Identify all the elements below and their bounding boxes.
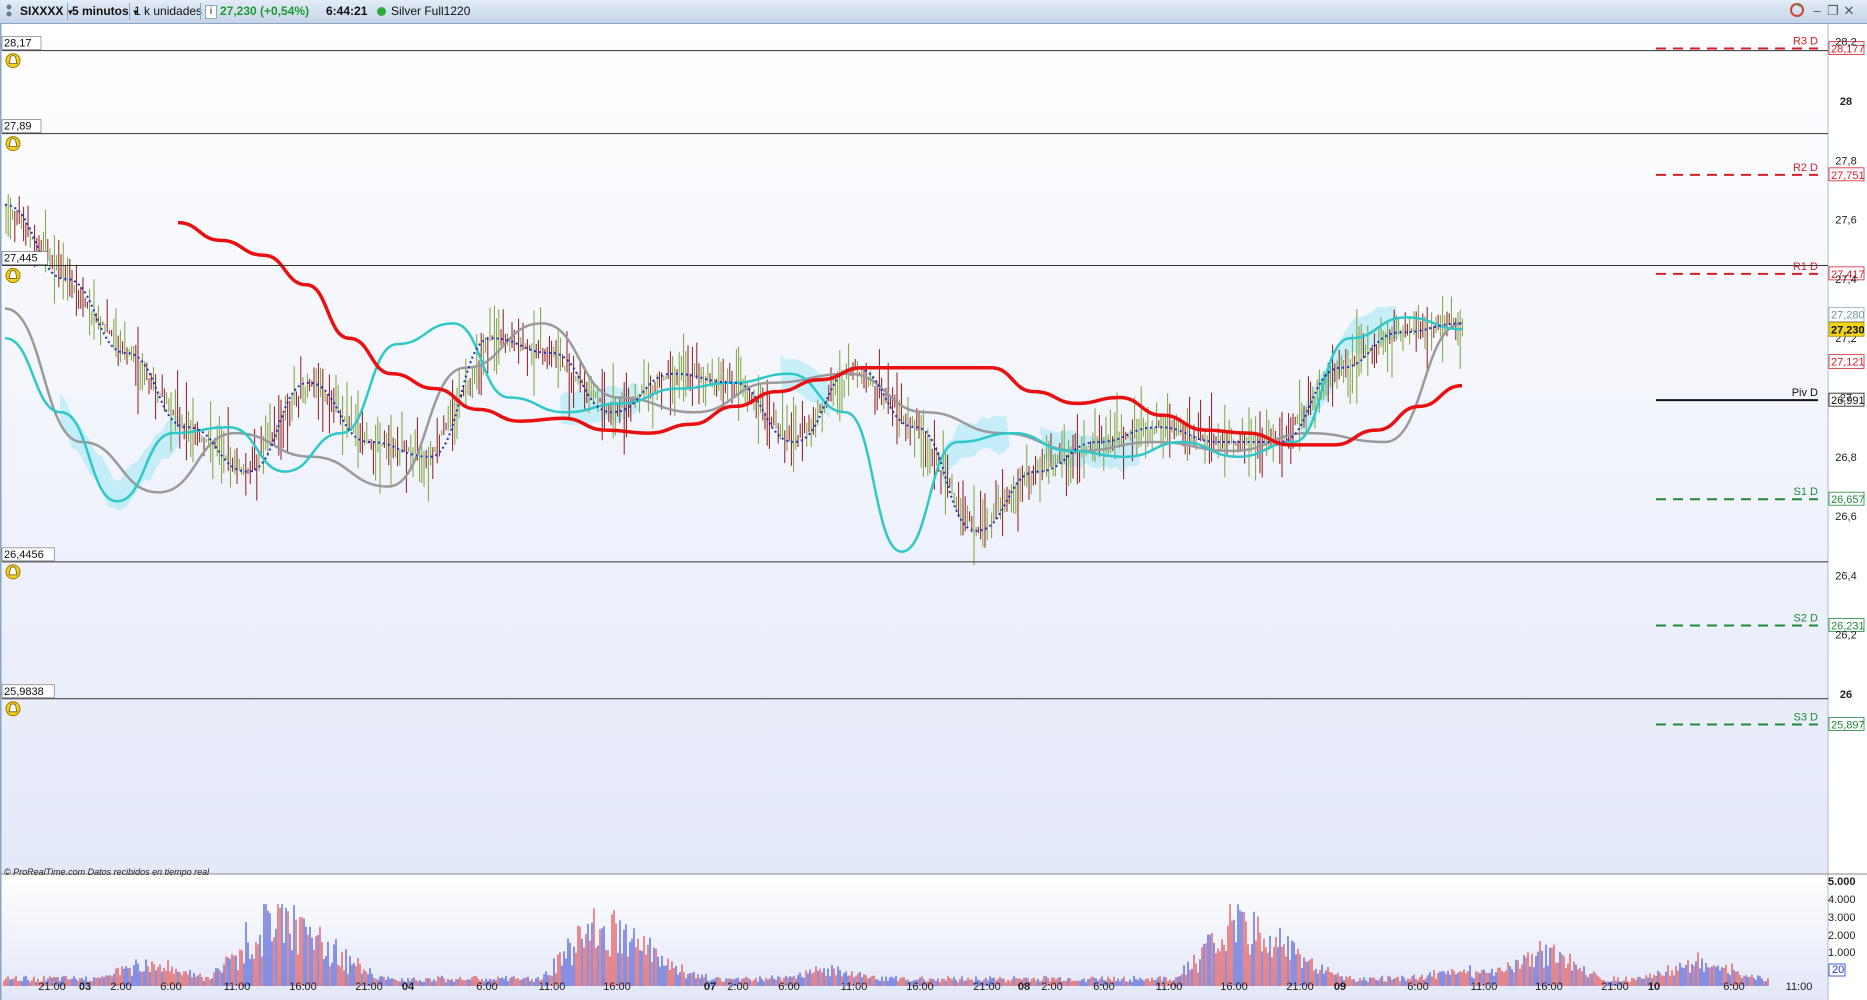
volume-tick-label: 4.000 xyxy=(1828,894,1856,906)
pivot-label: R2 D xyxy=(1793,162,1818,174)
sync-icon[interactable] xyxy=(1789,2,1805,20)
volume-tick-label: 1.000 xyxy=(1828,947,1856,959)
volume-tick-label: 20 xyxy=(1832,964,1844,976)
minimize-icon[interactable]: – xyxy=(1809,2,1825,20)
clock-time: 6:44:21 xyxy=(326,4,368,18)
time-tick-label: 6:00 xyxy=(1093,981,1114,993)
feed-label: Silver Full1220 xyxy=(391,4,471,18)
pivot-label: S2 D xyxy=(1794,613,1819,625)
price-panel-bg xyxy=(0,24,1828,874)
line-label: 26,4456 xyxy=(4,549,44,561)
time-tick-label: 21:00 xyxy=(355,981,383,993)
price-tick-label: 27,8 xyxy=(1835,155,1856,167)
alert-bell-icon xyxy=(5,268,21,284)
time-tick-label: 11:00 xyxy=(1471,981,1498,993)
time-tick-label: 6:00 xyxy=(476,981,497,993)
price-tick-label: 26,4 xyxy=(1835,570,1856,582)
bell-glyph xyxy=(8,270,18,279)
time-tick-label: 08 xyxy=(1018,981,1030,993)
alert-bell-icon xyxy=(5,136,21,152)
pivot-value: 26,657 xyxy=(1831,494,1865,506)
price-tick-label: 28,2 xyxy=(1835,37,1856,49)
bell-glyph xyxy=(8,703,18,713)
info-icon[interactable]: i xyxy=(205,5,217,19)
time-tick-label: 6:00 xyxy=(1407,981,1428,993)
time-tick-label: 10 xyxy=(1648,981,1660,993)
price-tick-label: 26,8 xyxy=(1835,452,1856,464)
alert-bell-icon xyxy=(5,564,21,580)
restore-icon[interactable]: ❐ xyxy=(1825,2,1841,20)
units-selector[interactable]: 1 k unidades▼ xyxy=(134,2,213,21)
time-tick-label: 16:00 xyxy=(603,981,631,993)
footer-note: © ProRealTime.com Datos recibidos en tie… xyxy=(4,867,210,877)
bell-glyph xyxy=(8,55,18,64)
time-tick-label: 04 xyxy=(402,981,415,993)
drag-handle-icon[interactable] xyxy=(4,2,14,21)
timeframe-label: 5 minutos xyxy=(72,4,129,18)
price-tag: 27,121 xyxy=(1831,357,1865,369)
time-tick-label: 11:00 xyxy=(1786,981,1813,993)
price-tick-label: 28 xyxy=(1840,96,1852,108)
price-tick-label: 27,6 xyxy=(1835,215,1856,227)
time-tick-label: 2:00 xyxy=(727,981,748,993)
price-tag: 27,230 xyxy=(1831,324,1865,336)
price-tick-label: 27,4 xyxy=(1835,274,1856,286)
time-tick-label: 2:00 xyxy=(110,981,131,993)
volume-tick-label: 3.000 xyxy=(1828,912,1856,924)
last-price: 27,230 (+0,54%) xyxy=(220,4,310,18)
time-tick-label: 16:00 xyxy=(289,981,317,993)
time-tick-label: 21:00 xyxy=(1601,981,1629,993)
line-label: 27,445 xyxy=(4,253,38,265)
time-tick-label: 16:00 xyxy=(1535,981,1563,993)
time-tick-label: 16:00 xyxy=(906,981,934,993)
line-label: 25,9838 xyxy=(4,686,44,698)
time-tick-label: 11:00 xyxy=(841,981,868,993)
time-tick-label: 6:00 xyxy=(778,981,799,993)
bell-glyph xyxy=(8,566,18,576)
pivot-value: 25,897 xyxy=(1831,720,1865,732)
time-tick-label: 11:00 xyxy=(224,981,251,993)
price-tick-label: 26 xyxy=(1840,689,1852,701)
time-tick-label: 16:00 xyxy=(1220,981,1248,993)
pivot-label: S1 D xyxy=(1794,486,1819,498)
price-tick-label: 26,6 xyxy=(1835,511,1856,523)
time-tick-label: 11:00 xyxy=(1156,981,1183,993)
chart-toolbar: SIXXXX▼ 5 minutos▼ 1 k unidades▼ i 27,23… xyxy=(0,0,1867,24)
time-tick-label: 2:00 xyxy=(1041,981,1062,993)
time-tick-label: 03 xyxy=(79,981,91,993)
volume-tick-label: 5.000 xyxy=(1828,876,1856,888)
line-label: 28,17 xyxy=(4,38,32,50)
pivot-label: Piv D xyxy=(1792,387,1818,399)
volume-tick-label: 2.000 xyxy=(1828,930,1856,942)
price-tag: 27,280 xyxy=(1831,309,1865,321)
time-tick-label: 21:00 xyxy=(1286,981,1314,993)
close-icon[interactable]: ✕ xyxy=(1841,2,1857,20)
time-tick-label: 09 xyxy=(1334,981,1346,993)
divider xyxy=(129,3,130,20)
symbol-label: SIXXXX xyxy=(20,4,64,18)
line-label: 27,89 xyxy=(4,121,32,133)
bell-glyph xyxy=(8,138,18,148)
units-label: 1 k unidades xyxy=(134,4,203,18)
time-tick-label: 6:00 xyxy=(160,981,181,993)
alert-bell-icon xyxy=(5,53,21,69)
pivot-label: S3 D xyxy=(1794,712,1819,724)
divider xyxy=(67,3,68,20)
pivot-label: R3 D xyxy=(1793,36,1818,48)
price-tick-label: 27 xyxy=(1840,393,1852,405)
pivot-label: R1 D xyxy=(1793,261,1818,273)
time-tick-label: 21:00 xyxy=(38,981,66,993)
time-tick-label: 21:00 xyxy=(973,981,1001,993)
price-chart[interactable]: 28,1727,8927,44526,445625,9838 R3 D28,17… xyxy=(0,24,1867,1000)
time-tick-label: 07 xyxy=(704,981,716,993)
connection-status-icon xyxy=(377,7,386,16)
pivot-value: 27,751 xyxy=(1831,170,1865,182)
time-axis: 21:00 03 2:00 6:00 11:00 16:00 21:00 04 6:00 11:0… xyxy=(38,981,1812,993)
time-tick-label: 6:00 xyxy=(1723,981,1744,993)
divider xyxy=(200,3,201,20)
alert-bell-icon xyxy=(5,701,21,717)
price-tick-label: 26,2 xyxy=(1835,630,1856,642)
time-tick-label: 11:00 xyxy=(539,981,566,993)
